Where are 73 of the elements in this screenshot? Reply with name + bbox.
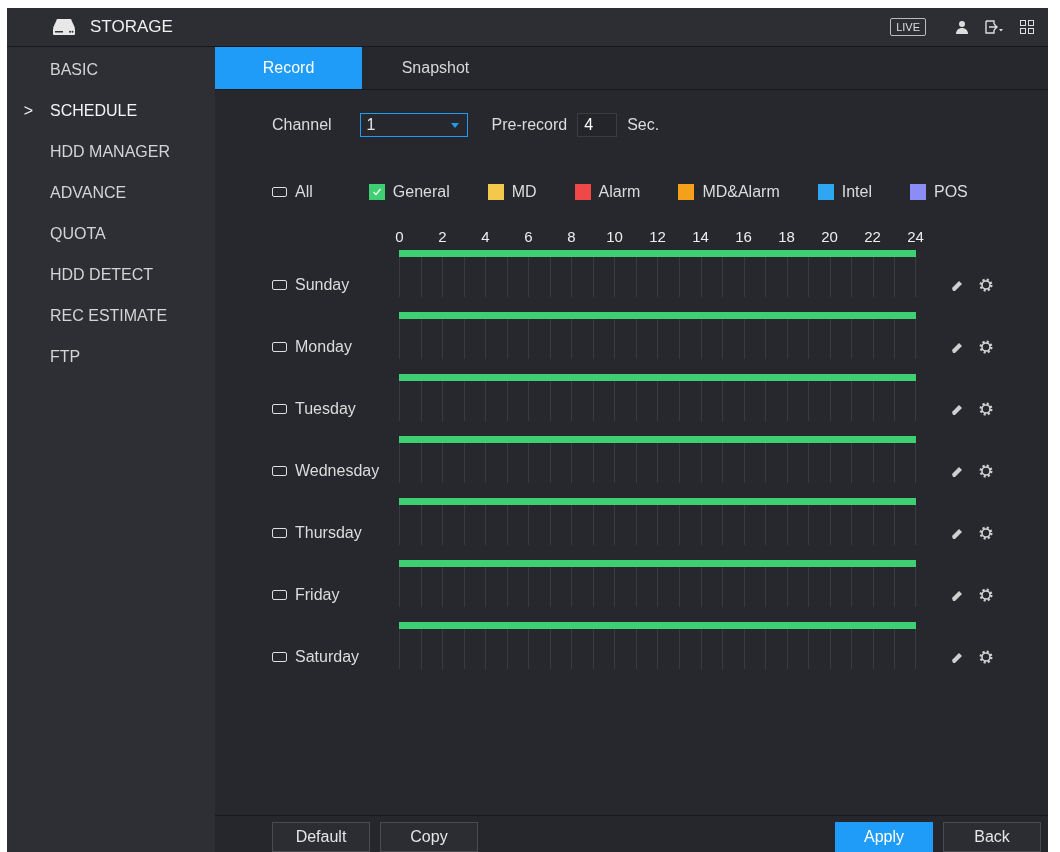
hour-label: 2	[437, 227, 448, 245]
hour-label: 0	[394, 227, 405, 245]
page-title: STORAGE	[90, 17, 173, 37]
hour-label: 6	[523, 227, 534, 245]
hour-label: 22	[863, 227, 882, 245]
user-icon[interactable]	[956, 20, 968, 34]
channel-label: Channel	[272, 116, 332, 134]
check-icon	[371, 187, 382, 197]
hour-label: 14	[691, 227, 710, 245]
hour-label: 16	[734, 227, 753, 245]
hard-drive-icon	[52, 18, 76, 36]
footer-button[interactable]: Default	[272, 822, 370, 852]
color-checkbox[interactable]	[817, 184, 834, 200]
settings-icon[interactable]	[978, 463, 994, 479]
hour-label: 18	[777, 227, 796, 245]
channel-dropdown[interactable]: 1	[359, 113, 468, 137]
hour-label: 8	[566, 227, 577, 245]
day-checkbox[interactable]: Thursday	[272, 496, 399, 558]
sidebar-item[interactable]: ADVANCE	[7, 172, 215, 213]
checkbox[interactable]	[272, 187, 287, 197]
tab[interactable]: Snapshot	[362, 47, 509, 89]
color-checkbox[interactable]	[678, 184, 695, 200]
color-checkbox[interactable]	[909, 184, 926, 200]
sidebar-item[interactable]: FTP	[7, 336, 215, 377]
hour-label: 12	[648, 227, 667, 245]
day-checkbox[interactable]: Tuesday	[272, 372, 399, 434]
sidebar-item[interactable]: HDD DETECT	[7, 254, 215, 295]
unit-label: Sec.	[627, 116, 660, 134]
color-checkbox[interactable]	[574, 184, 591, 200]
sidebar-item[interactable]: > SCHEDULE	[7, 90, 215, 131]
sidebar-item[interactable]: QUOTA	[7, 213, 215, 254]
legend-item[interactable]: MD	[487, 183, 537, 201]
eraser-icon[interactable]	[950, 278, 964, 292]
legend-item[interactable]: MD&Alarm	[678, 183, 780, 201]
hour-label: 10	[605, 227, 624, 245]
legend-item[interactable]: All	[272, 183, 313, 201]
hour-label: 4	[480, 227, 491, 245]
footer-button[interactable]: Back	[943, 822, 1041, 852]
day-checkbox[interactable]: Friday	[272, 558, 399, 620]
day-checkbox[interactable]: Sunday	[272, 248, 399, 310]
settings-icon[interactable]	[978, 401, 994, 417]
settings-icon[interactable]	[978, 649, 994, 665]
pre-record-label: Pre-record	[491, 116, 568, 134]
hour-label: 20	[820, 227, 839, 245]
eraser-icon[interactable]	[950, 650, 964, 664]
legend-item[interactable]: Alarm	[574, 183, 641, 201]
hour-label: 24	[906, 227, 925, 245]
eraser-icon[interactable]	[950, 588, 964, 602]
eraser-icon[interactable]	[950, 402, 964, 416]
eraser-icon[interactable]	[950, 340, 964, 354]
eraser-icon[interactable]	[950, 526, 964, 540]
logout-icon[interactable]	[984, 20, 1004, 34]
day-checkbox[interactable]: Saturday	[272, 620, 399, 682]
pre-record-field[interactable]: 4	[577, 113, 618, 137]
day-checkbox[interactable]: Wednesday	[272, 434, 399, 496]
sidebar-item[interactable]: REC ESTIMATE	[7, 295, 215, 336]
color-checkbox[interactable]	[368, 184, 385, 200]
sidebar-item[interactable]: HDD MANAGER	[7, 131, 215, 172]
settings-icon[interactable]	[978, 277, 994, 293]
caret-icon	[450, 122, 459, 128]
settings-icon[interactable]	[978, 525, 994, 541]
footer-button[interactable]: Copy	[380, 822, 478, 852]
settings-icon[interactable]	[978, 339, 994, 355]
day-checkbox[interactable]: Monday	[272, 310, 399, 372]
eraser-icon[interactable]	[950, 464, 964, 478]
legend-item[interactable]: Intel	[817, 183, 872, 201]
settings-icon[interactable]	[978, 587, 994, 603]
sidebar-item[interactable]: BASIC	[7, 49, 215, 90]
grid-icon[interactable]	[1020, 20, 1034, 34]
color-checkbox[interactable]	[487, 184, 504, 200]
live-button[interactable]: LIVE	[890, 18, 926, 36]
legend-item[interactable]: POS	[909, 183, 968, 201]
legend-item[interactable]: General	[368, 183, 450, 201]
